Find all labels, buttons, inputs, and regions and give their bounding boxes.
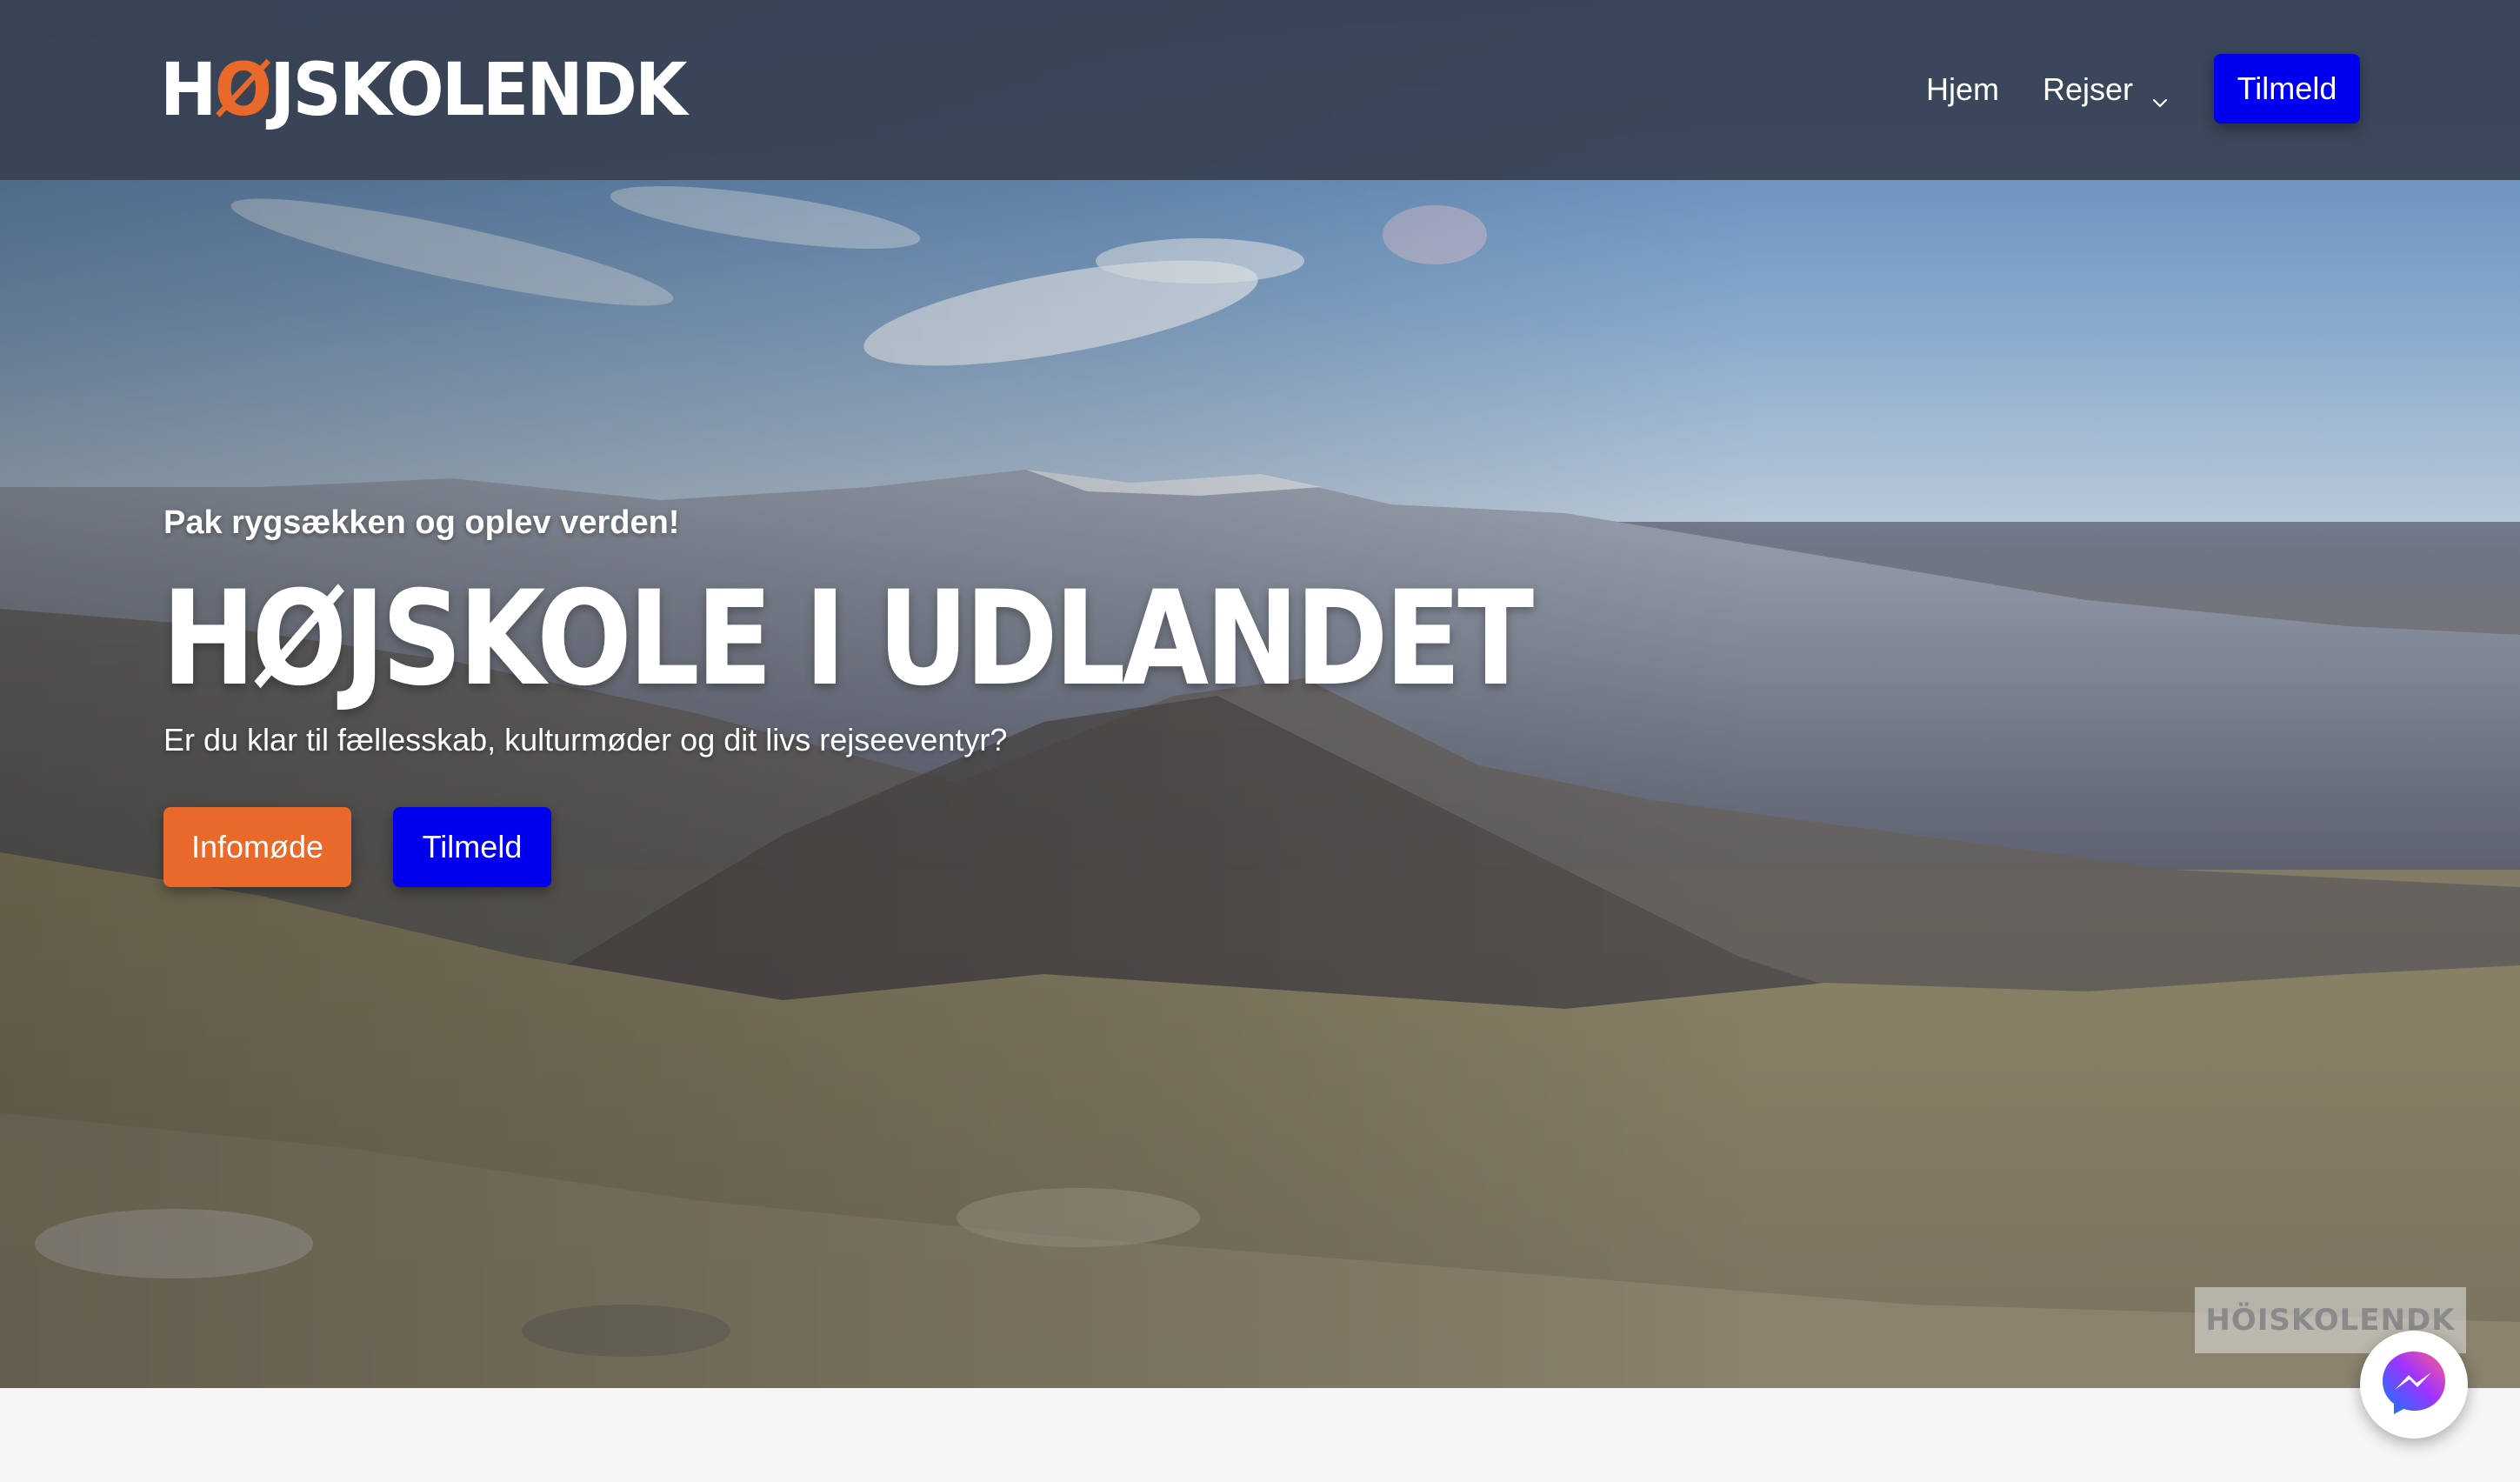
messenger-icon	[2377, 1346, 2450, 1424]
logo-text-end: JSKOLENDK	[270, 47, 687, 132]
header-signup-button[interactable]: Tilmeld	[2214, 54, 2360, 124]
site-header: H Ø JSKOLENDK Hjem Rejser Tilmeld	[0, 0, 2520, 180]
messenger-chat-button[interactable]	[2360, 1331, 2468, 1439]
nav-home-link[interactable]: Hjem	[1926, 71, 1999, 108]
nav-trips-label: Rejser	[2043, 71, 2134, 107]
chevron-down-icon	[2152, 82, 2168, 108]
hero-signup-button[interactable]: Tilmeld	[393, 807, 551, 887]
hero-title: HØJSKOLE I UDLANDET	[162, 564, 1534, 715]
info-meeting-button[interactable]: Infomøde	[163, 807, 351, 887]
hero-subtitle: Er du klar til fællesskab, kulturmøder o…	[163, 722, 1008, 758]
logo-accent-letter: Ø	[214, 47, 272, 132]
hero-kicker: Pak rygsækken og oplev verden!	[163, 504, 680, 541]
site-logo[interactable]: H Ø JSKOLENDK	[160, 47, 688, 132]
nav-trips-dropdown[interactable]: Rejser	[2043, 71, 2168, 108]
logo-text-start: H	[160, 47, 217, 132]
page-content-start	[0, 1388, 2520, 1482]
